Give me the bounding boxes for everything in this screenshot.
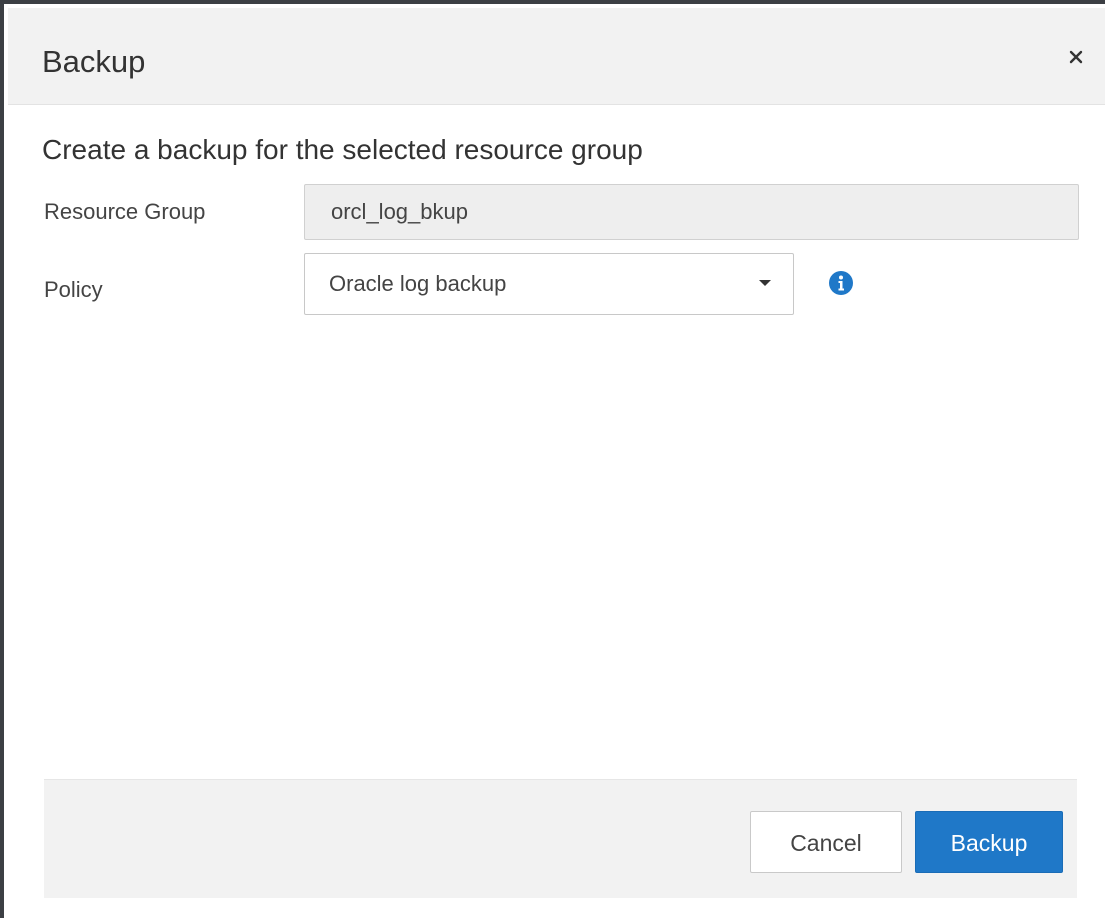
dialog-header: Backup bbox=[8, 8, 1105, 105]
close-icon bbox=[1069, 50, 1083, 64]
dialog-footer: Cancel Backup bbox=[44, 779, 1077, 898]
policy-selected-value: Oracle log backup bbox=[329, 271, 507, 296]
policy-select[interactable]: Oracle log backup bbox=[304, 253, 794, 315]
close-button[interactable] bbox=[1061, 42, 1091, 72]
dialog-subtitle: Create a backup for the selected resourc… bbox=[42, 134, 643, 165]
resource-group-label: Resource Group bbox=[44, 199, 206, 224]
policy-label: Policy bbox=[44, 277, 103, 302]
backup-button[interactable]: Backup bbox=[915, 811, 1063, 873]
backup-dialog: Backup Create a backup for the selected … bbox=[0, 0, 1105, 918]
dialog-title: Backup bbox=[42, 44, 146, 79]
resource-group-field: orcl_log_bkup bbox=[304, 184, 1079, 240]
info-icon[interactable] bbox=[828, 270, 854, 296]
cancel-button[interactable]: Cancel bbox=[750, 811, 902, 873]
chevron-down-icon bbox=[759, 280, 771, 286]
